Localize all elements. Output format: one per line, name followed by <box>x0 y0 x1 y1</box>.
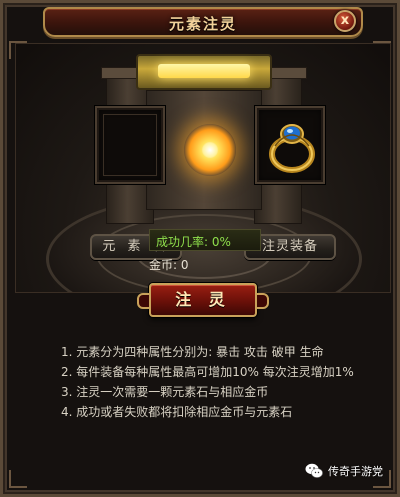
corner-ornament-bottom-left <box>9 470 27 488</box>
close-button[interactable]: x <box>334 10 356 32</box>
instruction-item: 2. 每件装备每种属性最高可增加10% 每次注灵增加1% <box>61 365 354 379</box>
element-stone-slot[interactable] <box>95 106 165 184</box>
instruction-item: 3. 注灵一次需要一颗元素石与相应金币 <box>61 385 269 399</box>
title-bar: 元素注灵 <box>43 7 363 37</box>
infuse-button[interactable]: 注 灵 <box>137 283 269 317</box>
coin-value: 0 <box>180 258 189 272</box>
success-rate-text: 成功几率: 0% <box>156 235 231 249</box>
watermark: 传奇手游党 <box>305 462 383 480</box>
furnace-top <box>136 54 272 90</box>
wechat-icon <box>305 463 323 478</box>
success-rate-bar: 成功几率: 0% <box>149 229 261 251</box>
equipment-slot[interactable] <box>255 106 325 184</box>
furnace-light <box>158 64 250 78</box>
window-title: 元素注灵 <box>168 15 237 33</box>
glowing-orb-core <box>202 142 218 158</box>
coin-cost: 金币: 0 <box>149 255 249 275</box>
instructions-list: 1. 元素分为四种属性分别为: 暴击 攻击 破甲 生命 2. 每件装备每种属性最… <box>61 343 381 423</box>
gold-ring-icon <box>269 124 315 173</box>
watermark-text: 传奇手游党 <box>328 465 383 478</box>
coin-label: 金币: <box>149 258 178 272</box>
instruction-item: 4. 成功或者失败都将扣除相应金币与元素石 <box>61 405 293 419</box>
instruction-item: 1. 元素分为四种属性分别为: 暴击 攻击 破甲 生命 <box>61 345 324 359</box>
element-infusion-window: 元素注灵 元 素 石 注灵装备 成功几率: 0% 金币: 0 注 灵 1. 元素… <box>0 0 400 497</box>
element-stone-slot-inner <box>103 114 157 176</box>
